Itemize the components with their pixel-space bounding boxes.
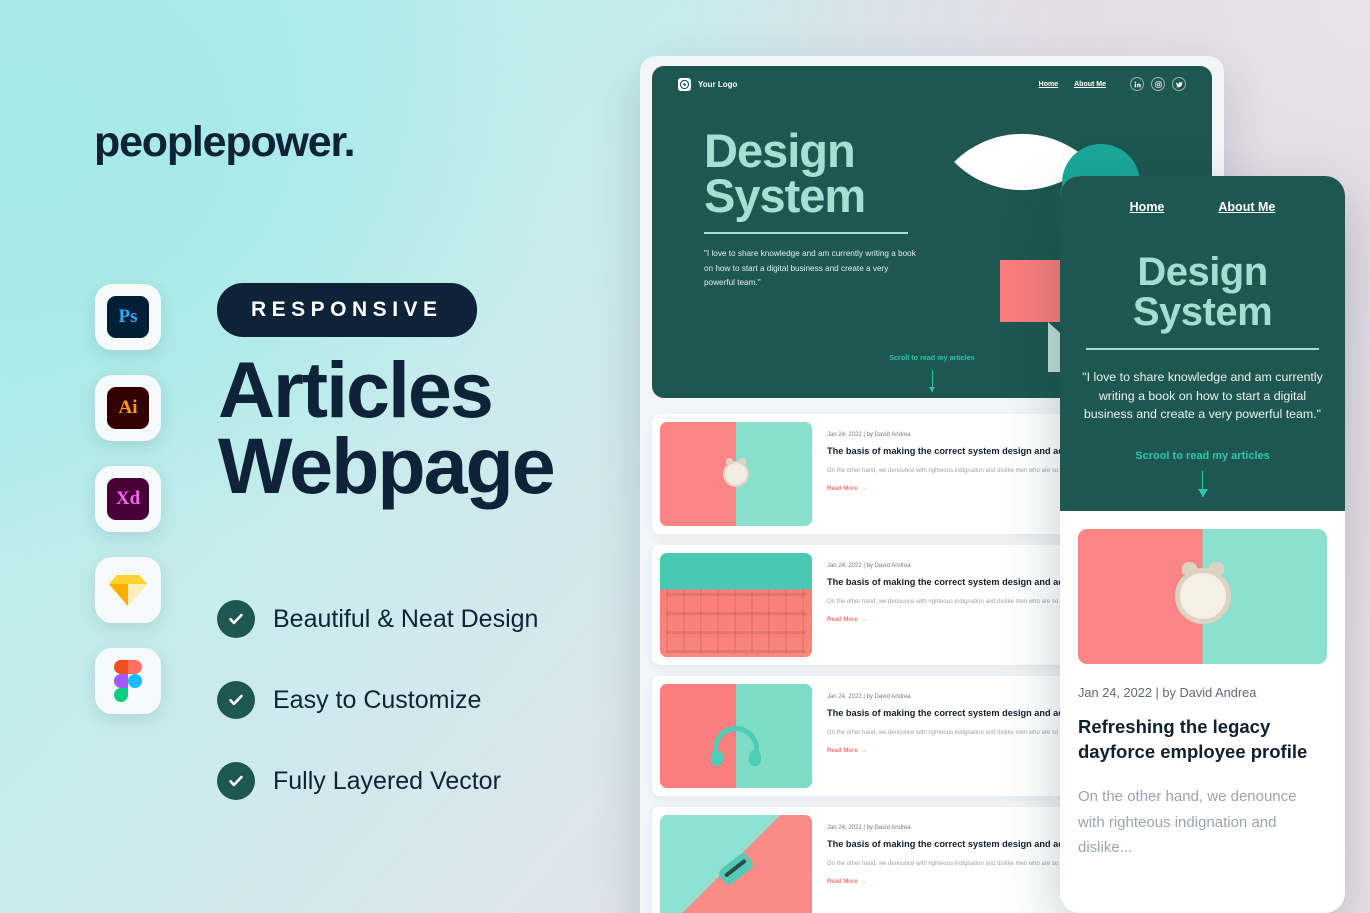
mobile-article-date: Jan 24, 2022 | by David Andrea <box>1078 684 1257 700</box>
xd-icon-tile: Xd <box>95 466 161 532</box>
sketch-icon-tile <box>95 557 161 623</box>
mobile-hero-title: Design System <box>1078 252 1327 332</box>
feature-label: Beautiful & Neat Design <box>273 604 539 633</box>
article-thumbnail-seats <box>660 553 812 657</box>
down-arrow-icon <box>1198 470 1207 497</box>
xd-icon: Xd <box>107 478 149 520</box>
desktop-hero-title-line-1: Design <box>704 124 856 177</box>
nav-link-home[interactable]: Home <box>1039 81 1058 88</box>
photoshop-icon-tile: Ps <box>95 284 161 350</box>
mobile-hero: Home About Me Design System "I love to s… <box>1060 176 1345 511</box>
tool-icon-list: Ps Ai Xd <box>95 284 161 714</box>
logo-mark-icon <box>678 77 691 91</box>
mobile-nav-link-home[interactable]: Home <box>1130 200 1165 214</box>
mobile-article-excerpt: On the other hand, we denounce with righ… <box>1078 787 1297 857</box>
feature-item: Easy to Customize <box>217 681 538 719</box>
desktop-hero-title: Design System <box>704 124 918 223</box>
feature-item: Beautiful & Neat Design <box>217 600 538 638</box>
read-more-label: Read More <box>827 747 858 754</box>
feature-list: Beautiful & Neat Design Easy to Customiz… <box>217 600 538 800</box>
mobile-nav: Home About Me <box>1078 200 1327 214</box>
feature-label: Easy to Customize <box>273 685 482 714</box>
nav-link-about-me[interactable]: About Me <box>1074 81 1106 88</box>
illustrator-icon-tile: Ai <box>95 375 161 441</box>
toy-car-icon <box>717 851 755 887</box>
desktop-nav: Home About Me <box>1039 77 1186 91</box>
mobile-scroll-cta[interactable]: Scrool to read my articles <box>1078 446 1327 497</box>
check-icon <box>217 681 255 719</box>
promo-left-panel: peoplepower. Ps Ai Xd RESPONSIVE Article… <box>0 0 640 913</box>
down-arrow-icon <box>928 370 935 392</box>
linkedin-icon[interactable] <box>1130 77 1144 91</box>
logo-text: Your Logo <box>698 79 738 89</box>
mobile-nav-link-about-me[interactable]: About Me <box>1218 200 1275 214</box>
desktop-hero-content: Design System "I love to share knowledge… <box>704 124 918 290</box>
desktop-hero-title-line-2: System <box>704 169 866 223</box>
illustrator-icon: Ai <box>107 387 149 429</box>
feature-label: Fully Layered Vector <box>273 766 501 795</box>
twitter-icon[interactable] <box>1172 77 1186 91</box>
desktop-scroll-cta[interactable]: Scroll to read my articles <box>652 347 1212 392</box>
mobile-mockup: Home About Me Design System "I love to s… <box>1060 176 1345 913</box>
alarm-clock-icon <box>723 458 749 487</box>
mobile-article-title: Refreshing the legacy dayforce employee … <box>1078 715 1308 762</box>
sketch-icon <box>109 575 147 606</box>
article-thumbnail-clock <box>660 422 812 526</box>
social-links <box>1130 77 1186 91</box>
mobile-hero-title-line-1: Design <box>1137 250 1268 294</box>
mobile-hero-title-line-2: System <box>1132 290 1273 334</box>
brand-name: peoplepower. <box>94 118 356 166</box>
instagram-icon[interactable] <box>1151 77 1165 91</box>
headphones-icon <box>711 725 761 766</box>
page-title: Articles Webpage <box>218 345 556 510</box>
mobile-article-card[interactable]: Jan 24, 2022 | by David Andrea Refreshin… <box>1060 511 1345 879</box>
photoshop-icon: Ps <box>107 296 149 338</box>
divider <box>704 232 908 235</box>
alarm-clock-icon <box>1174 562 1231 625</box>
read-more-label: Read More <box>827 616 858 623</box>
feature-item: Fully Layered Vector <box>217 762 538 800</box>
figma-icon-tile <box>95 648 161 714</box>
desktop-hero-quote: "I love to share knowledge and am curren… <box>704 249 916 287</box>
read-more-label: Read More <box>827 878 858 885</box>
desktop-scroll-cta-label: Scroll to read my articles <box>889 353 975 362</box>
decor-square-shape <box>1000 260 1062 322</box>
logo[interactable]: Your Logo <box>678 77 738 91</box>
mobile-scroll-cta-label: Scrool to read my articles <box>1135 449 1270 462</box>
page-title-line-1: Articles <box>218 345 494 434</box>
article-thumbnail-car <box>660 815 812 913</box>
desktop-navbar: Your Logo Home About Me <box>652 66 1212 102</box>
article-thumbnail-headphones <box>660 684 812 788</box>
mobile-article-thumbnail-clock <box>1078 528 1327 664</box>
read-more-label: Read More <box>827 485 858 492</box>
check-icon <box>217 600 255 638</box>
responsive-badge: RESPONSIVE <box>217 283 477 337</box>
stadium-seats-icon <box>666 590 806 653</box>
figma-icon <box>114 660 142 702</box>
page-title-line-2: Webpage <box>218 420 556 510</box>
check-icon <box>217 762 255 800</box>
